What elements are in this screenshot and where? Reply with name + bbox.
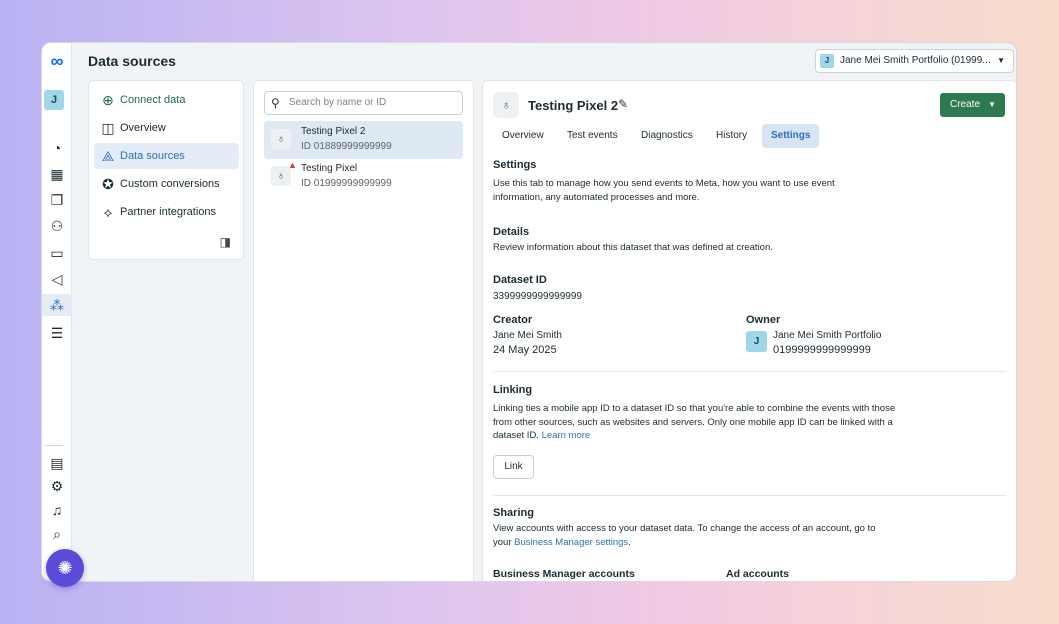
- page-title: Data sources: [88, 53, 176, 69]
- ad-accounts-heading: Ad accounts: [726, 568, 790, 580]
- gear-icon[interactable]: ⚙: [42, 475, 72, 497]
- pixel-name: Testing Pixel 2: [301, 126, 366, 137]
- list-item[interactable]: ♁ ▲ Testing Pixel ID 01999999999999: [264, 158, 463, 196]
- nav-item-label: Data sources: [120, 150, 185, 162]
- pages-icon[interactable]: ❐: [42, 189, 72, 211]
- linking-heading: Linking: [493, 384, 533, 396]
- nav-custom-conversions[interactable]: ✪ Custom conversions: [94, 171, 239, 197]
- link-button[interactable]: Link: [493, 455, 534, 479]
- app-window: ∞ J ◔ ▦ ❐ ⚇ ▭ ◁ ⁂ ☰ ▤ ⚙ ♫ ⌕ Data sources…: [41, 42, 1017, 582]
- portfolio-selector[interactable]: J Jane Mei Smith Portfolio (01999... ▼: [815, 49, 1014, 73]
- account-avatar[interactable]: J: [44, 90, 64, 110]
- detail-panel: ♁ Testing Pixel 2 ✎ Create ▼ Overview Te…: [482, 80, 1016, 581]
- owner-avatar: J: [746, 331, 767, 352]
- pixel-icon: ♁: [271, 129, 291, 149]
- pixel-icon: ♁: [493, 92, 519, 118]
- people-icon[interactable]: ⚇: [42, 215, 72, 237]
- divider: [493, 371, 1006, 372]
- nav-item-label: Connect data: [120, 94, 186, 106]
- settings-heading: Settings: [493, 159, 537, 171]
- table-icon[interactable]: ▦: [42, 163, 72, 185]
- search-placeholder: Search by name or ID: [289, 97, 387, 108]
- left-rail: ∞ J ◔ ▦ ❐ ⚇ ▭ ◁ ⁂ ☰ ▤ ⚙ ♫ ⌕: [42, 43, 72, 581]
- linking-text: Linking ties a mobile app ID to a datase…: [493, 402, 908, 443]
- pixel-name: Testing Pixel: [301, 163, 358, 174]
- assistant-sparkle-icon[interactable]: ✺: [46, 549, 84, 587]
- nav-connect-data[interactable]: ⊕ Connect data: [94, 87, 239, 113]
- tab-overview[interactable]: Overview: [493, 124, 553, 148]
- divider: [493, 495, 1006, 496]
- search-input[interactable]: ⚲ Search by name or ID: [264, 91, 463, 115]
- pixel-list-card: ⚲ Search by name or ID ♁ Testing Pixel 2…: [253, 80, 474, 581]
- rail-divider: [45, 445, 63, 446]
- settings-text: Use this tab to manage how you send even…: [493, 178, 835, 203]
- create-button[interactable]: Create ▼: [940, 93, 1005, 117]
- nav-item-label: Overview: [120, 122, 166, 134]
- bm-accounts-heading: Business Manager accounts: [493, 568, 635, 580]
- warning-icon: ▲: [288, 160, 297, 170]
- gauge-icon[interactable]: ◔: [42, 137, 72, 159]
- menu-icon[interactable]: ☰: [42, 322, 72, 344]
- handshake-icon: ⟡: [103, 204, 113, 220]
- details-text: Review information about this dataset th…: [493, 242, 773, 253]
- top-bar: Data sources J Jane Mei Smith Portfolio …: [72, 43, 1016, 79]
- creator-date: 24 May 2025: [493, 344, 557, 356]
- collapse-panel-icon[interactable]: ◨: [220, 235, 231, 249]
- create-label: Create: [950, 99, 981, 110]
- chevron-down-icon: ▼: [988, 100, 996, 109]
- plus-circle-icon: ⊕: [102, 92, 114, 108]
- nav-item-label: Custom conversions: [120, 178, 220, 190]
- nav-partner-integrations[interactable]: ⟡ Partner integrations: [94, 199, 239, 225]
- tab-test-events[interactable]: Test events: [558, 124, 627, 148]
- learn-more-link[interactable]: Learn more: [542, 430, 591, 441]
- list-item[interactable]: ♁ Testing Pixel 2 ID 01889999999999: [264, 121, 463, 159]
- search-icon[interactable]: ⌕: [42, 523, 72, 545]
- details-heading: Details: [493, 226, 530, 238]
- nav-card: ⊕ Connect data ◫ Overview ⟁ Data sources…: [88, 80, 244, 260]
- billing-card-icon[interactable]: ▭: [42, 242, 72, 264]
- star-badge-icon: ✪: [102, 176, 114, 192]
- dataset-title: Testing Pixel 2: [528, 98, 619, 113]
- owner-name: Jane Mei Smith Portfolio: [773, 330, 882, 341]
- portfolio-avatar: J: [820, 54, 834, 68]
- nav-data-sources[interactable]: ⟁ Data sources: [94, 143, 239, 169]
- pixel-id: ID 01889999999999: [301, 141, 392, 152]
- tab-diagnostics[interactable]: Diagnostics: [632, 124, 702, 148]
- portfolio-label: Jane Mei Smith Portfolio (01999...: [840, 55, 991, 66]
- nav-overview[interactable]: ◫ Overview: [94, 115, 239, 141]
- megaphone-icon[interactable]: ◁: [42, 268, 72, 290]
- meta-logo-icon[interactable]: ∞: [42, 51, 72, 72]
- owner-label: Owner: [746, 314, 781, 326]
- creator-name: Jane Mei Smith: [493, 330, 562, 341]
- edit-pencil-icon[interactable]: ✎: [618, 97, 628, 111]
- pixel-id: ID 01999999999999: [301, 178, 392, 189]
- bell-icon[interactable]: ♫: [42, 499, 72, 521]
- overview-grid-icon: ◫: [101, 120, 115, 136]
- data-sources-icon: ⟁: [101, 148, 115, 164]
- business-manager-settings-link[interactable]: Business Manager settings: [514, 537, 628, 548]
- sharing-suffix: .: [628, 536, 631, 548]
- tab-history[interactable]: History: [707, 124, 756, 148]
- events-manager-icon[interactable]: ⁂: [42, 294, 72, 316]
- tab-settings[interactable]: Settings: [762, 124, 820, 148]
- dataset-id-label: Dataset ID: [493, 274, 547, 286]
- dataset-id-value: 3399999999999999: [493, 291, 582, 302]
- nav-item-label: Partner integrations: [120, 206, 216, 218]
- sharing-text: View accounts with access to your datase…: [493, 522, 893, 549]
- chevron-down-icon: ▼: [997, 56, 1005, 65]
- news-icon[interactable]: ▤: [42, 452, 72, 474]
- sharing-heading: Sharing: [493, 507, 534, 519]
- search-icon: ⚲: [271, 96, 280, 110]
- creator-label: Creator: [493, 314, 533, 326]
- owner-id: 0199999999999999: [773, 344, 871, 356]
